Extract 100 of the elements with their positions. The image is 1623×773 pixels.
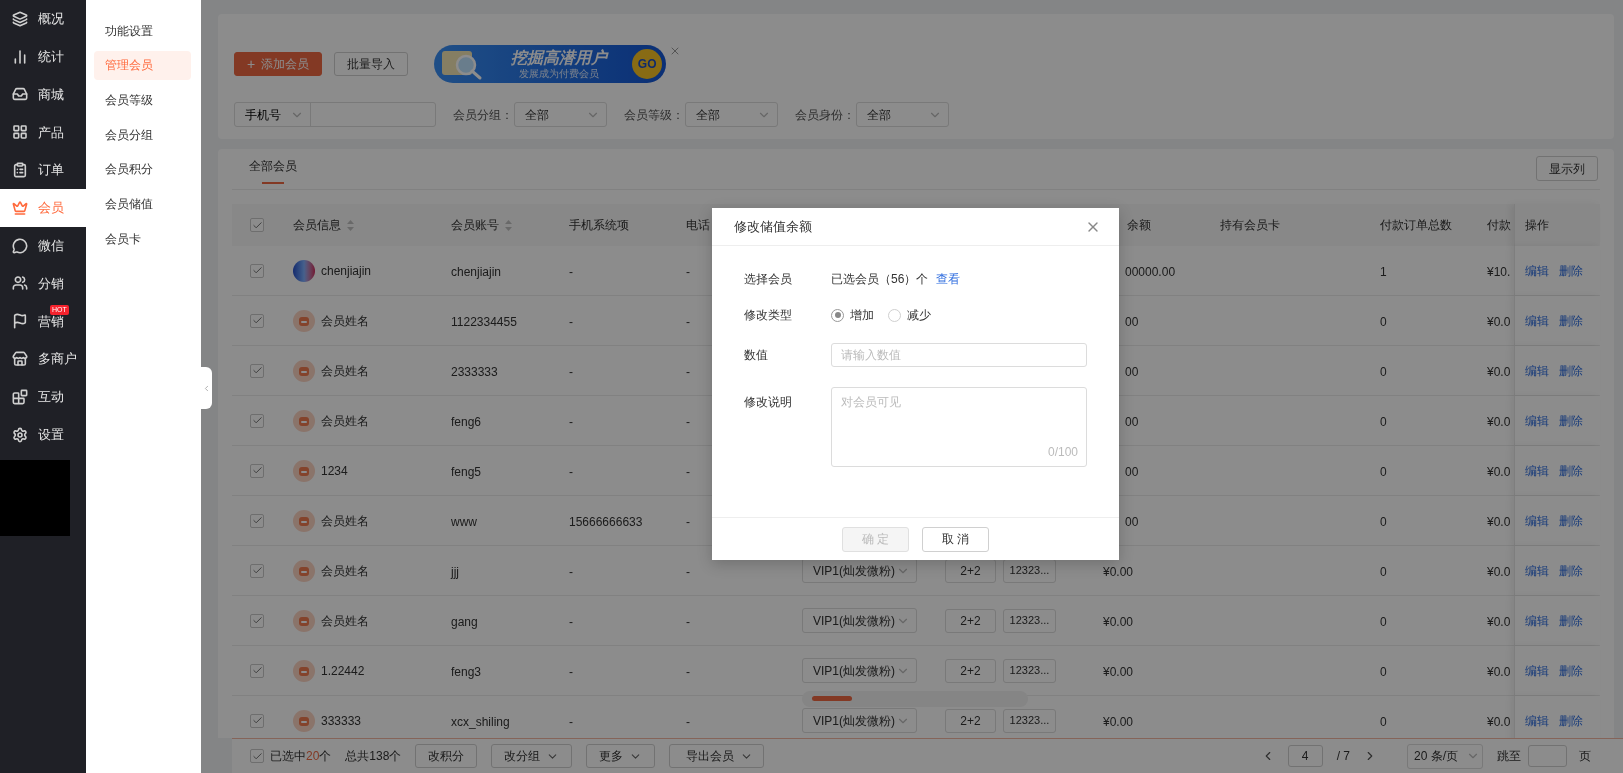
scrollbar[interactable] (802, 691, 1028, 707)
collapse-handle[interactable] (201, 367, 212, 409)
filter-select[interactable]: 全部 (685, 102, 778, 127)
nav-item[interactable]: 多商户 (0, 340, 86, 378)
table-cell-text: 1234 (321, 462, 348, 480)
view-link[interactable]: 查看 (936, 270, 961, 288)
table-cell: feng5 (451, 464, 482, 479)
column-header[interactable]: 会员信息 (293, 216, 341, 234)
nav-item[interactable]: 统计 (0, 37, 86, 76)
table-cell: ¥0.0 (1487, 464, 1511, 479)
edit-link[interactable]: 编辑 (1525, 711, 1549, 730)
jump-field[interactable] (1528, 745, 1567, 767)
delete-link[interactable]: 删除 (1559, 661, 1583, 680)
page-size-select[interactable]: 20 条/页 (1407, 743, 1483, 769)
table-cell-text: 1.22442 (321, 662, 365, 680)
table-cell: - (569, 714, 573, 729)
edit-link[interactable]: 编辑 (1525, 561, 1549, 580)
submenu-item[interactable]: 功能设置 (94, 16, 191, 45)
nav-item[interactable]: 订单 (0, 151, 86, 189)
nav-item[interactable]: 商城 (0, 75, 86, 114)
edit-link[interactable]: 编辑 (1525, 661, 1549, 680)
delete-link[interactable]: 删除 (1559, 411, 1583, 430)
submenu-item[interactable]: 会员卡 (94, 224, 191, 254)
delete-link[interactable]: 删除 (1559, 561, 1583, 580)
column-header: 付款订单总数 (1380, 217, 1452, 234)
edit-link[interactable]: 编辑 (1525, 411, 1549, 430)
column-header[interactable]: 会员账号 (451, 216, 499, 234)
table-cell: ¥0.00 (1103, 714, 1134, 729)
level-select[interactable]: VIP1(灿发微粉) (802, 558, 917, 583)
level-select[interactable]: VIP1(灿发微粉) (802, 658, 917, 683)
checkbox[interactable] (250, 713, 264, 728)
nav-item[interactable]: 产品 (0, 113, 86, 152)
checkbox[interactable] (250, 313, 264, 328)
edit-link[interactable]: 编辑 (1525, 361, 1549, 380)
check-icon (251, 665, 263, 676)
checkbox[interactable] (250, 663, 264, 678)
table-cell-text: 会员姓名 (321, 612, 369, 630)
submenu-item[interactable]: 会员分组 (94, 120, 191, 150)
batch-button[interactable]: 导出会员 (669, 744, 765, 768)
batch-button[interactable]: 更多 (586, 744, 656, 768)
delete-link[interactable]: 删除 (1559, 511, 1583, 530)
edit-link[interactable]: 编辑 (1525, 461, 1549, 480)
checkbox[interactable] (250, 513, 264, 528)
nav-item[interactable]: 互动 (0, 377, 86, 416)
cancel-button[interactable]: 取 消 (922, 526, 989, 552)
filter-label: 会员身份： (795, 106, 855, 124)
nav-item[interactable]: 设置 (0, 415, 86, 454)
checkbox[interactable] (250, 463, 264, 478)
sort-icon[interactable] (347, 219, 354, 231)
sort-icon[interactable] (505, 219, 512, 231)
checkbox[interactable] (250, 749, 264, 763)
table-cell: ¥10. (1487, 264, 1511, 279)
edit-link[interactable]: 编辑 (1525, 611, 1549, 630)
submenu-item[interactable]: 会员储值 (94, 189, 191, 219)
submenu-item[interactable]: 会员等级 (94, 85, 191, 115)
delete-link[interactable]: 删除 (1559, 261, 1583, 280)
batch-button[interactable]: 改积分 (415, 744, 478, 768)
filter-select[interactable]: 全部 (514, 102, 607, 127)
delete-link[interactable]: 删除 (1559, 361, 1583, 380)
level-select[interactable]: VIP1(灿发微粉) (802, 608, 917, 633)
checkbox[interactable] (250, 218, 264, 232)
table-cell: 00 (1125, 414, 1139, 429)
search-field[interactable]: 手机号 (234, 102, 436, 127)
radio-option[interactable]: 减少 (888, 306, 931, 324)
checkbox[interactable] (250, 563, 264, 578)
checkbox[interactable] (250, 413, 264, 428)
nav-item[interactable]: 会员 (0, 189, 86, 227)
submenu-item[interactable]: 管理会员 (94, 50, 191, 80)
tab[interactable]: 全部会员 (249, 149, 297, 189)
promo-banner[interactable]: 挖掘高潜用户 发展成为付费会员 GO (434, 45, 667, 83)
column-header: 付款 (1487, 217, 1511, 234)
delete-link[interactable]: 删除 (1559, 711, 1583, 730)
nav-item[interactable]: 微信 (0, 226, 86, 265)
page-field[interactable]: 4 (1287, 745, 1323, 767)
edit-link[interactable]: 编辑 (1525, 311, 1549, 330)
total-count: 总共138个 (345, 748, 402, 765)
search-type[interactable]: 手机号 (245, 105, 281, 124)
edit-link[interactable]: 编辑 (1525, 261, 1549, 280)
checkbox[interactable] (250, 613, 264, 628)
level-select[interactable]: VIP1(灿发微粉) (802, 708, 917, 733)
filter-select[interactable]: 全部 (856, 102, 949, 127)
delete-link[interactable]: 删除 (1559, 311, 1583, 330)
go-badge[interactable]: GO (632, 49, 663, 79)
nav-item[interactable]: 分销 (0, 264, 86, 303)
delete-link[interactable]: 删除 (1559, 461, 1583, 480)
delete-link[interactable]: 删除 (1559, 611, 1583, 630)
table-cell: chenjiajin (451, 264, 502, 279)
banner-subtitle: 发展成为付费会员 (519, 68, 600, 79)
import-button[interactable]: 批量导入 (334, 52, 409, 76)
nav-item[interactable]: 概况 (0, 0, 86, 38)
value-field[interactable]: 请输入数值 (831, 343, 1087, 367)
checkbox[interactable] (250, 363, 264, 378)
columns-button[interactable]: 显示列 (1536, 156, 1598, 181)
submenu-item[interactable]: 会员积分 (94, 154, 191, 184)
page-total: / 7 (1336, 748, 1350, 765)
check-icon (251, 265, 263, 276)
radio-option[interactable]: 增加 (831, 306, 874, 324)
checkbox[interactable] (250, 263, 264, 278)
batch-button[interactable]: 改分组 (491, 744, 573, 768)
edit-link[interactable]: 编辑 (1525, 511, 1549, 530)
